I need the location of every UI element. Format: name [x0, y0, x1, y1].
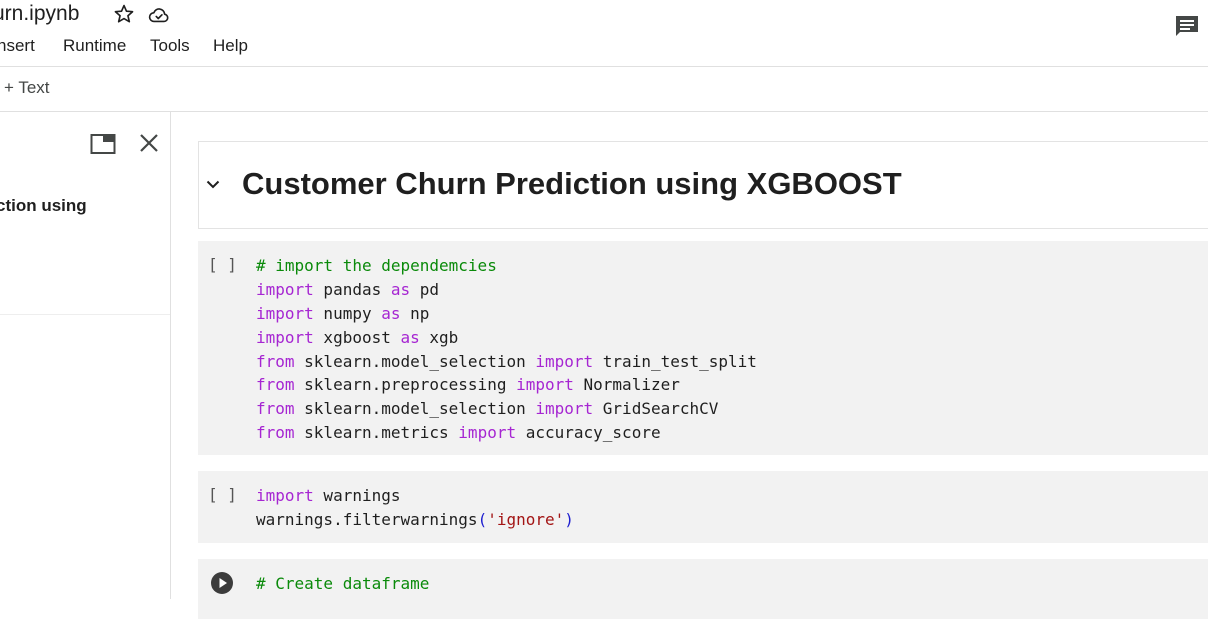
- menu-divider: [0, 66, 1208, 67]
- code-token: sklearn.model_selection: [294, 351, 536, 371]
- close-icon[interactable]: [138, 132, 160, 154]
- code-line: import xgboost as xgb: [256, 326, 757, 350]
- code-token: from: [256, 351, 295, 371]
- code-token: accuracy_score: [516, 423, 661, 443]
- code-token: xgboost: [313, 327, 401, 347]
- code-token: warnings: [313, 486, 401, 505]
- code-line: from sklearn.model_selection import trai…: [256, 350, 757, 374]
- code-token: (: [477, 509, 488, 529]
- code-cell[interactable]: [ ] # import the dependemcies import pand…: [198, 241, 1208, 455]
- menu-tools[interactable]: Tools: [150, 36, 190, 56]
- code-line: # Create dataframe: [256, 572, 429, 596]
- code-line: # import the dependemcies: [256, 254, 757, 278]
- code-token: # import the dependemcies: [256, 256, 497, 275]
- code-token: sklearn.metrics: [294, 423, 459, 443]
- code-token: Normalizer: [573, 375, 680, 395]
- code-editor[interactable]: # import the dependemcies import pandas a…: [256, 254, 757, 445]
- code-editor[interactable]: # Create dataframe: [256, 572, 429, 596]
- code-token: ): [564, 509, 574, 529]
- code-line: warnings.filterwarnings('ignore'): [256, 508, 574, 532]
- code-token: from: [256, 423, 295, 443]
- run-cell-button[interactable]: [ ]: [208, 485, 237, 504]
- menu-runtime[interactable]: Runtime: [63, 36, 126, 56]
- code-token: xgb: [419, 327, 459, 347]
- section-heading: Customer Churn Prediction using XGBOOST: [242, 166, 902, 201]
- code-token: import: [256, 486, 314, 505]
- code-token: as: [390, 279, 411, 299]
- cloud-saved-icon[interactable]: [147, 4, 171, 26]
- menu-help[interactable]: Help: [213, 36, 248, 56]
- chevron-down-icon[interactable]: [205, 177, 221, 191]
- code-line: import numpy as np: [256, 302, 757, 326]
- code-token: numpy: [313, 303, 382, 323]
- code-token: 'ignore': [487, 509, 565, 529]
- code-token: import: [256, 303, 314, 323]
- open-in-tab-icon[interactable]: [90, 133, 116, 155]
- code-line: import warnings: [256, 484, 574, 508]
- toolbar-divider: [0, 111, 1208, 112]
- title-bar: urn.ipynb: [0, 0, 1208, 36]
- code-token: warnings.filterwarnings: [256, 509, 478, 529]
- code-token: np: [400, 303, 430, 323]
- code-token: sklearn.preprocessing: [294, 375, 517, 395]
- toc-divider: [0, 314, 170, 315]
- code-token: import: [535, 399, 594, 419]
- play-circle-icon[interactable]: [210, 571, 234, 595]
- code-line: import pandas as pd: [256, 278, 757, 302]
- code-line: from sklearn.model_selection import Grid…: [256, 397, 757, 421]
- code-token: import: [458, 423, 517, 443]
- code-token: as: [400, 327, 420, 347]
- code-token: GridSearchCV: [593, 399, 719, 419]
- code-token: from: [256, 399, 295, 419]
- comment-icon[interactable]: [1174, 14, 1200, 38]
- code-token: import: [516, 375, 574, 395]
- code-token: as: [381, 303, 401, 323]
- code-token: train_test_split: [593, 351, 757, 371]
- notebook-title[interactable]: urn.ipynb: [0, 2, 79, 26]
- code-token: pd: [410, 279, 440, 299]
- code-token: import: [535, 351, 594, 371]
- code-token: from: [256, 375, 295, 395]
- code-editor[interactable]: import warnings warnings.filterwarnings('…: [256, 484, 574, 532]
- code-token: import: [256, 279, 314, 299]
- toc-item[interactable]: ction using: [0, 196, 87, 216]
- code-token: import: [256, 327, 314, 347]
- run-cell-button[interactable]: [ ]: [208, 255, 237, 274]
- code-line: from sklearn.metrics import accuracy_sco…: [256, 421, 757, 445]
- code-token: # Create dataframe: [256, 574, 430, 593]
- text-cell[interactable]: Customer Churn Prediction using XGBOOST: [198, 141, 1208, 229]
- code-cell[interactable]: [ ] import warnings warnings.filterwarnin…: [198, 471, 1208, 543]
- code-cell[interactable]: # Create dataframe: [198, 559, 1208, 619]
- code-line: from sklearn.preprocessing import Normal…: [256, 373, 757, 397]
- code-token: pandas: [313, 279, 391, 299]
- add-text-cell-button[interactable]: + Text: [4, 78, 50, 98]
- side-panel: ction using: [0, 112, 171, 599]
- code-token: sklearn.model_selection: [294, 399, 536, 419]
- star-icon[interactable]: [113, 3, 135, 25]
- menu-insert[interactable]: nsert: [0, 36, 35, 56]
